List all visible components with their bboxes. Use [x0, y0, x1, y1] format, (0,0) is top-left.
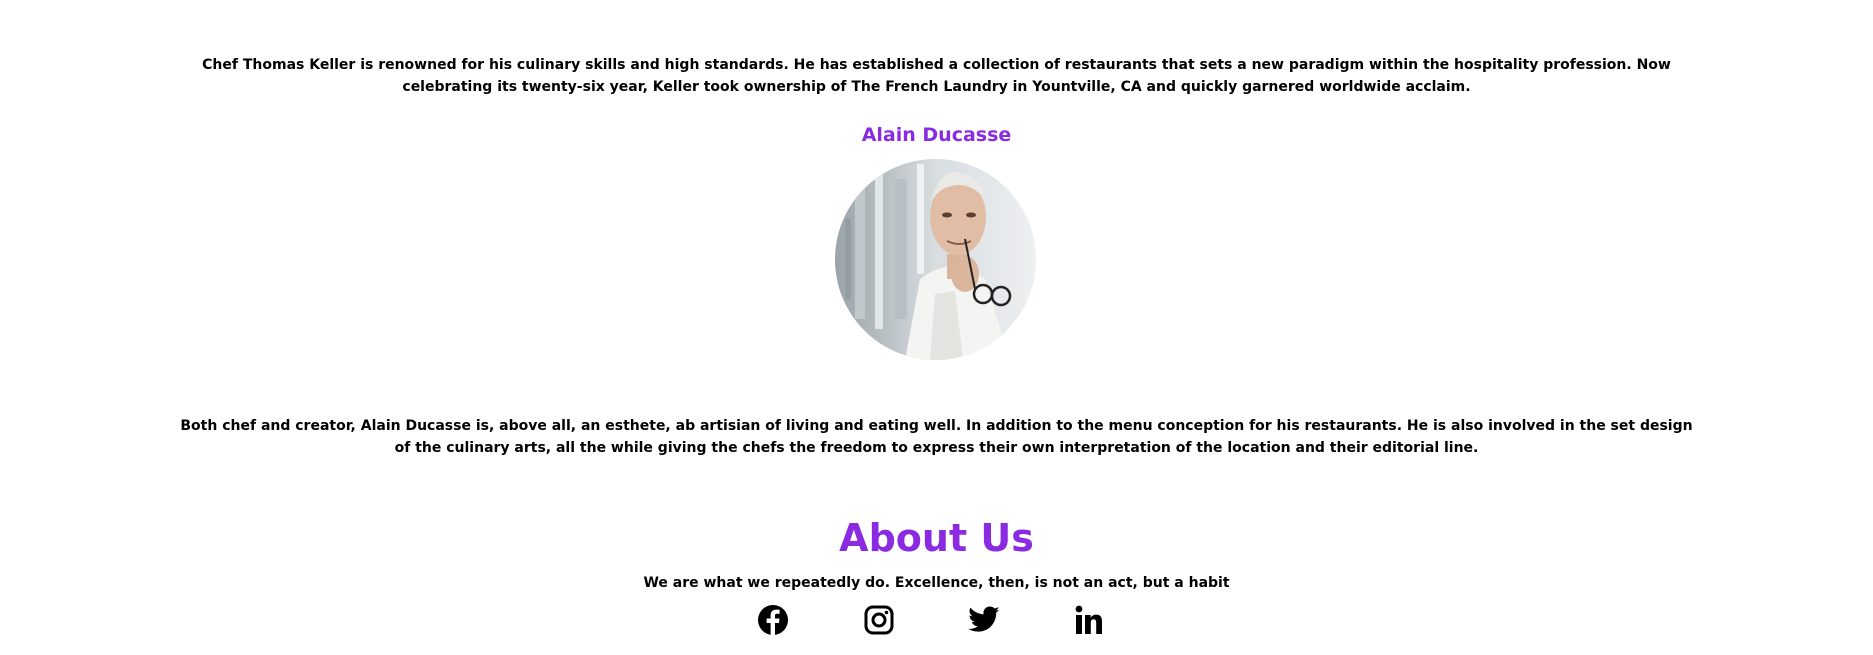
linkedin-icon[interactable]: [1072, 603, 1106, 637]
page: Chef Thomas Keller is renowned for his c…: [0, 0, 1873, 655]
chef-name-alain-ducasse: Alain Ducasse: [861, 124, 1012, 146]
about-us-heading: About Us: [839, 516, 1034, 560]
facebook-icon[interactable]: [756, 603, 790, 637]
social-links: [756, 603, 1116, 639]
twitter-icon[interactable]: [967, 603, 1001, 637]
instagram-icon[interactable]: [862, 603, 896, 637]
thomas-keller-bio: Chef Thomas Keller is renowned for his c…: [202, 57, 1671, 95]
alain-ducasse-bio: Both chef and creator, Alain Ducasse is,…: [180, 418, 1693, 456]
about-tagline: We are what we repeatedly do. Excellence…: [643, 575, 1230, 591]
alain-ducasse-photo: [835, 159, 1036, 360]
